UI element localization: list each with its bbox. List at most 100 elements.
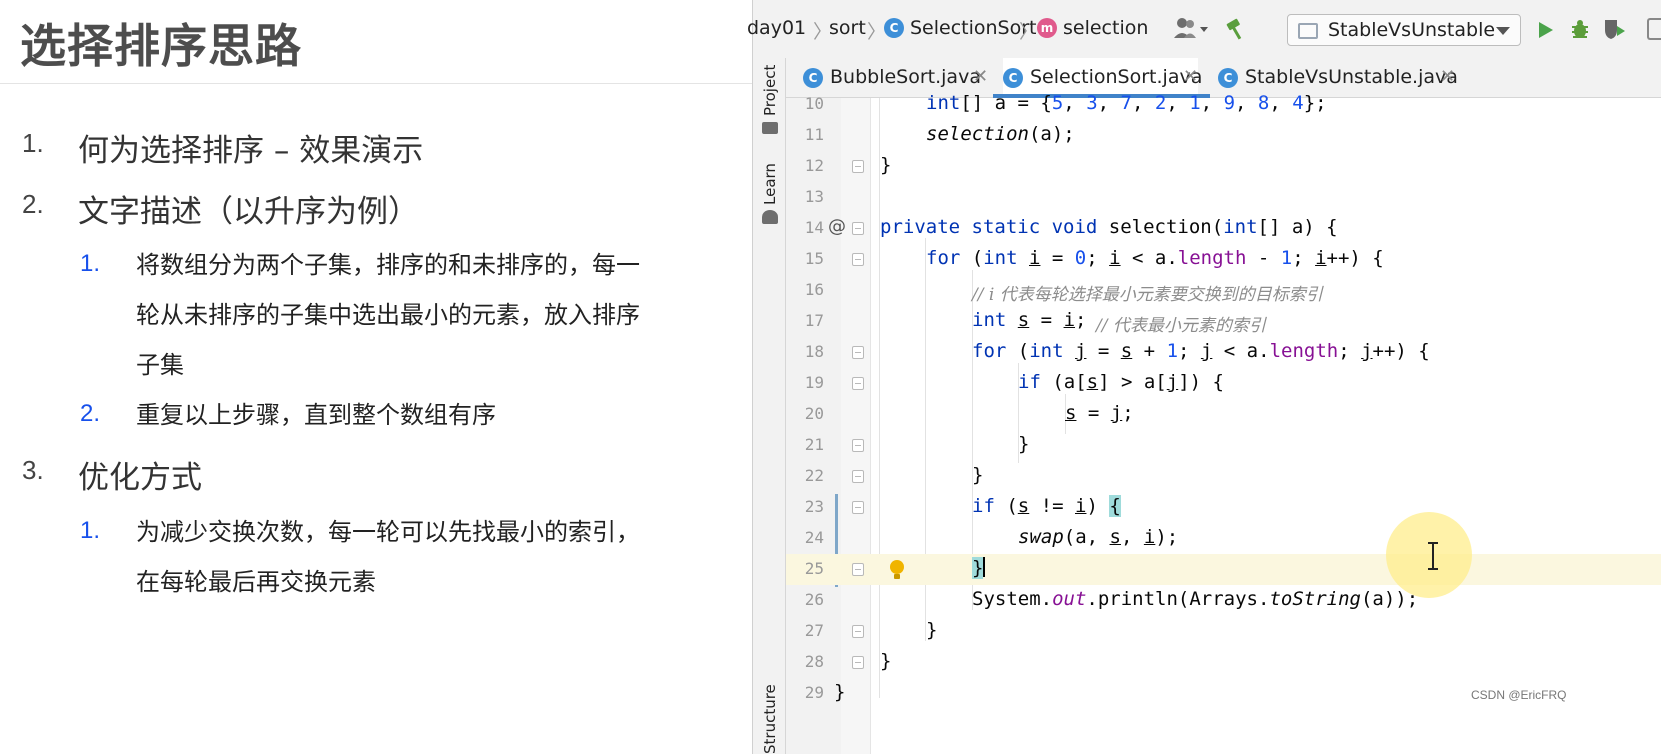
code-line: 11 selection(a);	[786, 120, 1661, 151]
breadcrumb-class[interactable]: SelectionSort	[910, 17, 1037, 39]
line-number: 11	[804, 125, 824, 144]
config-icon	[1298, 23, 1318, 39]
outline-text: 优化方式	[78, 460, 202, 496]
slide-panel: 选择排序思路 1. 何为选择排序 – 效果演示 2. 文字描述（以升序为例） 1…	[0, 0, 752, 754]
tool-window-learn[interactable]: Learn	[761, 163, 779, 205]
tab-label: StableVsUnstable.java	[1245, 66, 1458, 88]
more-toolbar-icon[interactable]	[1647, 18, 1661, 40]
breadcrumb-package[interactable]: day01	[747, 17, 806, 39]
fold-marker[interactable]	[852, 253, 864, 266]
code-text: }	[880, 650, 892, 672]
outline-text: 重复以上步骤，直到整个数组有序	[136, 390, 716, 440]
outline-text: 何为选择排序 – 效果演示	[78, 133, 424, 169]
code-editor[interactable]: 10 int[] a = {5, 3, 7, 2, 1, 9, 8, 4}; 1…	[786, 92, 1661, 754]
fold-marker[interactable]	[852, 346, 864, 359]
fold-marker[interactable]	[852, 563, 864, 576]
code-line: 28 }	[786, 647, 1661, 678]
build-hammer-icon[interactable]	[1225, 18, 1249, 44]
close-icon[interactable]: ✕	[1183, 66, 1198, 87]
code-line: 27 }	[786, 616, 1661, 647]
code-text: for (int j = s + 1; j < a.length; j++) {	[972, 340, 1430, 362]
outline-number: 1.	[80, 517, 101, 544]
method-icon: m	[1037, 18, 1057, 38]
code-line: 14 @ private static void selection(int[]…	[786, 213, 1661, 244]
text-line: 重复以上步骤，直到整个数组有序	[136, 401, 496, 429]
fold-marker[interactable]	[852, 377, 864, 390]
class-icon: C	[803, 68, 823, 88]
line-number: 15	[804, 249, 824, 268]
line-number: 17	[804, 311, 824, 330]
fold-marker[interactable]	[852, 470, 864, 483]
fold-marker[interactable]	[852, 222, 864, 235]
breadcrumb-sort[interactable]: sort	[829, 17, 866, 39]
navigation-bar: day01 〉 sort 〉 C SelectionSort 〉 m selec…	[747, 0, 1661, 58]
code-line: 15 for (int i = 0; i < a.length - 1; i++…	[786, 244, 1661, 275]
learn-icon	[762, 210, 778, 224]
code-line: 19 if (a[s] > a[j]) {	[786, 368, 1661, 399]
code-text: }	[834, 681, 846, 703]
outline-number: 2.	[22, 189, 44, 219]
outline-number: 3.	[22, 455, 44, 485]
run-configuration-select[interactable]: StableVsUnstable	[1287, 14, 1521, 46]
code-line: 16 // i 代表每轮选择最小元素要交换到的目标索引	[786, 275, 1661, 306]
line-number: 19	[804, 373, 824, 392]
slide-title: 选择排序思路	[20, 19, 302, 73]
line-number: 20	[804, 404, 824, 423]
line-number: 22	[804, 466, 824, 485]
fold-marker[interactable]	[852, 625, 864, 638]
breadcrumb-method[interactable]: selection	[1063, 17, 1148, 39]
code-text: }	[1018, 433, 1030, 455]
coverage-icon[interactable]	[1603, 18, 1627, 44]
code-line: 10 int[] a = {5, 3, 7, 2, 1, 9, 8, 4};	[786, 89, 1661, 120]
run-icon[interactable]	[1537, 20, 1555, 44]
code-text: selection(a);	[926, 123, 1075, 145]
code-line: 22 }	[786, 461, 1661, 492]
line-number: 10	[804, 94, 824, 113]
code-comment: // 代表最小元素的索引	[1096, 316, 1266, 336]
fold-marker[interactable]	[852, 439, 864, 452]
close-icon[interactable]: ✕	[1440, 66, 1455, 87]
text-line: 轮从未排序的子集中选出最小的元素，放入排序	[136, 301, 640, 329]
line-number: 27	[804, 621, 824, 640]
line-number: 29	[804, 683, 824, 702]
text-line: 为减少交换次数，每一轮可以先找最小的索引，	[136, 518, 640, 546]
outline-number: 1.	[22, 128, 44, 158]
code-line: 21 }	[786, 430, 1661, 461]
text-line: 在每轮最后再交换元素	[136, 568, 376, 596]
outline-text: 文字描述（以升序为例）	[78, 194, 419, 230]
code-line: 26 System.out.println(Arrays.toString(a)…	[786, 585, 1661, 616]
tool-window-strip: Project Learn Structure	[753, 58, 786, 754]
code-line: 17 int s = i; // 代表最小元素的索引	[786, 306, 1661, 337]
override-marker-icon[interactable]: @	[828, 216, 846, 237]
fold-marker[interactable]	[852, 501, 864, 514]
outline-text: 将数组分为两个子集，排序的和未排序的，每一 轮从未排序的子集中选出最小的元素，放…	[136, 240, 716, 390]
code-text: int s = i;	[972, 309, 1087, 331]
intention-bulb-icon[interactable]	[889, 559, 905, 585]
user-icon[interactable]	[1173, 16, 1211, 46]
fold-marker[interactable]	[852, 656, 864, 669]
ide-window: day01 〉 sort 〉 C SelectionSort 〉 m selec…	[747, 0, 1661, 754]
breadcrumb-separator: 〉	[867, 21, 887, 43]
code-text: swap(a, s, i);	[1018, 526, 1179, 548]
line-number: 25	[804, 559, 824, 578]
text-cursor-icon	[1426, 542, 1440, 574]
text-line: 子集	[136, 351, 184, 379]
debug-bug-icon[interactable]	[1569, 18, 1591, 44]
outline-number: 2.	[80, 400, 101, 427]
code-text: System.out.println(Arrays.toString(a));	[972, 588, 1419, 610]
close-icon[interactable]: ✕	[973, 66, 988, 87]
code-line: 20 s = j;	[786, 399, 1661, 430]
code-line: 13	[786, 182, 1661, 213]
code-line: 24 swap(a, s, i);	[786, 523, 1661, 554]
title-divider	[0, 83, 752, 84]
tool-window-project[interactable]: Project	[761, 65, 779, 116]
code-text: }	[880, 154, 892, 176]
code-text: }	[972, 557, 986, 579]
fold-marker[interactable]	[852, 160, 864, 173]
tool-window-structure[interactable]: Structure	[761, 684, 779, 754]
line-number: 12	[804, 156, 824, 175]
line-number: 24	[804, 528, 824, 547]
code-line: 12 }	[786, 151, 1661, 182]
code-comment: // i 代表每轮选择最小元素要交换到的目标索引	[972, 285, 1323, 305]
code-line-current: 25 }	[786, 554, 1661, 585]
